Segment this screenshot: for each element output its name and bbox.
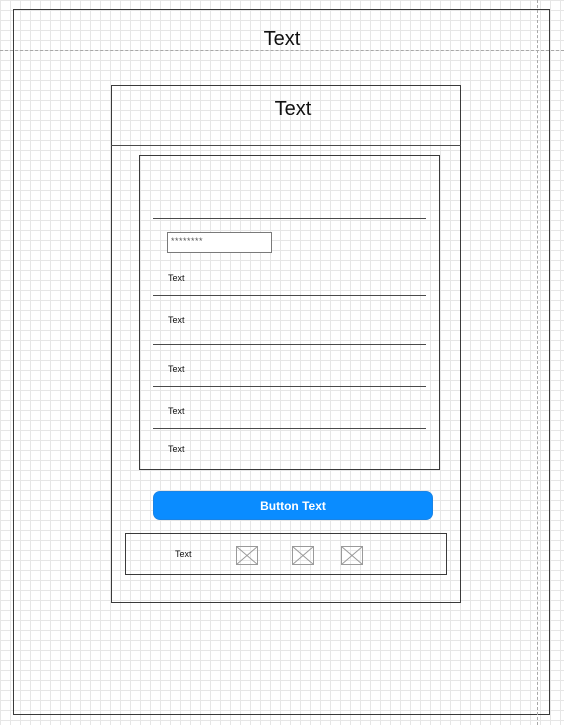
list-item-label: Text [168,364,185,374]
list-item-label: Text [168,444,185,454]
list-item-label: Text [168,406,185,416]
guide-line-vertical [537,0,538,725]
list-item-label: Text [168,315,185,325]
footer-bar [125,533,447,575]
image-placeholder-icon[interactable] [341,546,363,565]
primary-button[interactable]: Button Text [153,491,433,520]
list-item-label: Text [168,273,185,283]
content-box [139,155,440,470]
password-field[interactable]: ******** [167,232,272,253]
divider-3 [153,344,426,345]
image-placeholder-icon[interactable] [236,546,258,565]
dialog-title: Text [274,98,312,120]
divider-2 [153,295,426,296]
page-title: Text [263,28,301,50]
divider-5 [153,428,426,429]
image-placeholder-icon[interactable] [292,546,314,565]
dialog-header-divider [111,145,461,146]
footer-label: Text [175,549,192,559]
divider-4 [153,386,426,387]
divider-1 [153,218,426,219]
